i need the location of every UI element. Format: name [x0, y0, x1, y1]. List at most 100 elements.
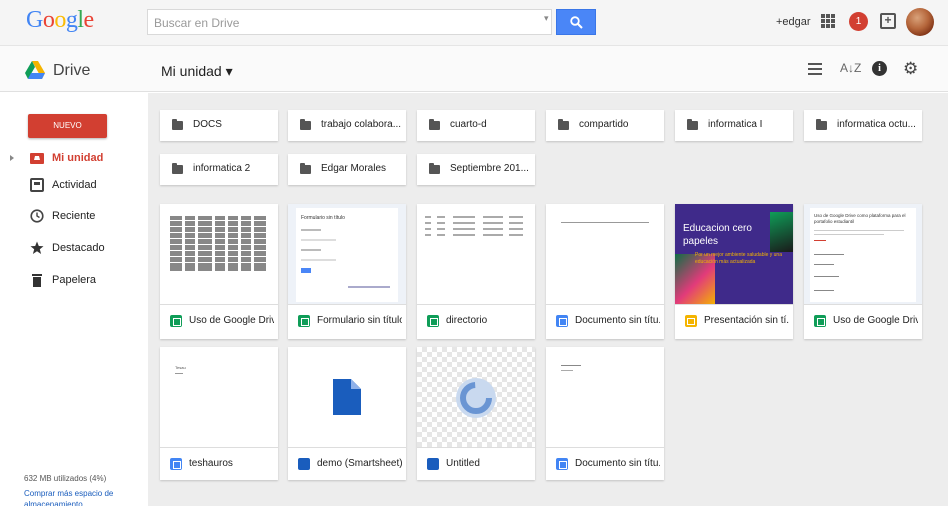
- file-thumbnail: [288, 347, 406, 448]
- file-card[interactable]: Untitled: [417, 347, 535, 480]
- spreadsheet-icon: [427, 315, 439, 327]
- sort-icon[interactable]: A↓Z: [840, 61, 861, 75]
- folder-name: trabajo colabora...: [321, 119, 401, 130]
- file-thumbnail: [417, 347, 535, 448]
- user-name-link[interactable]: +edgar: [776, 16, 811, 28]
- file-thumbnail: Educacion cero papeles Por un mejor ambi…: [675, 204, 793, 305]
- file-name: demo (Smartsheet): [317, 458, 402, 469]
- folder-item[interactable]: informatica 2: [160, 154, 278, 185]
- current-location-dropdown[interactable]: Mi unidad ▾: [161, 63, 233, 80]
- file-card[interactable]: Documento sin títu...: [546, 204, 664, 339]
- file-card[interactable]: Uso de Google Driv...: [160, 204, 278, 339]
- folder-item[interactable]: DOCS: [160, 110, 278, 141]
- sidebar-item-label: Papelera: [52, 274, 97, 286]
- sidebar: NUEVO Mi unidad Actividad Reciente Desta…: [0, 93, 147, 506]
- apps-grid-icon[interactable]: [821, 14, 835, 28]
- file-thumbnail: [546, 347, 664, 448]
- file-card[interactable]: demo (Smartsheet): [288, 347, 406, 480]
- folder-item[interactable]: compartido: [546, 110, 664, 141]
- folder-item[interactable]: informatica octu...: [804, 110, 922, 141]
- file-thumbnail: Tesau: [160, 347, 278, 448]
- file-area: DOCS trabajo colabora... cuarto-d compar…: [148, 93, 948, 506]
- folder-name: Septiembre 201...: [450, 163, 529, 174]
- drive-toolbar: Drive Mi unidad ▾ A↓Z i ⚙: [0, 46, 948, 92]
- thumbnail-title: Uso de Google Drive como plataforma para…: [814, 213, 906, 224]
- file-name: Uso de Google Driv...: [189, 315, 274, 326]
- folder-item[interactable]: Septiembre 201...: [417, 154, 535, 185]
- file-card[interactable]: Educacion cero papeles Por un mejor ambi…: [675, 204, 793, 339]
- folder-icon: [816, 119, 827, 130]
- file-name: Documento sin títu...: [575, 458, 660, 469]
- thumbnail-title: Tesau: [175, 365, 186, 370]
- search-options-icon[interactable]: ▾: [544, 13, 549, 24]
- notifications-badge[interactable]: 1: [849, 12, 868, 31]
- list-view-icon[interactable]: [808, 63, 822, 75]
- star-icon: [30, 241, 44, 254]
- search-button[interactable]: [556, 9, 596, 35]
- folder-item[interactable]: informatica I: [675, 110, 793, 141]
- thumbnail-title: Formulario sin título: [301, 215, 345, 221]
- buy-storage-link[interactable]: Comprar más espacio de almacenamiento: [24, 488, 134, 506]
- thumbnail-title: Educacion cero papeles: [683, 223, 752, 247]
- avatar[interactable]: [906, 8, 934, 36]
- drive-title[interactable]: Drive: [53, 62, 90, 80]
- file-name: directorio: [446, 315, 488, 326]
- expand-arrow-icon[interactable]: [10, 155, 14, 161]
- sidebar-item-recent[interactable]: Reciente: [0, 206, 147, 228]
- folder-name: informatica I: [708, 119, 763, 130]
- form-icon: [814, 315, 826, 327]
- settings-gear-icon[interactable]: ⚙: [903, 59, 918, 79]
- info-icon[interactable]: i: [872, 61, 887, 76]
- folder-item[interactable]: Edgar Morales: [288, 154, 406, 185]
- shared-folder-icon: [429, 119, 440, 130]
- spreadsheet-icon: [170, 315, 182, 327]
- sidebar-item-label: Destacado: [52, 242, 105, 254]
- file-card[interactable]: Uso de Google Drive como plataforma para…: [804, 204, 922, 339]
- folder-name: informatica 2: [193, 163, 251, 174]
- logo-image-icon: [456, 378, 496, 418]
- clock-icon: [30, 209, 44, 223]
- file-icon: [298, 458, 310, 470]
- sidebar-item-trash[interactable]: Papelera: [0, 270, 147, 292]
- drive-logo-icon[interactable]: [25, 61, 45, 79]
- shared-folder-icon: [300, 119, 311, 130]
- file-card[interactable]: directorio: [417, 204, 535, 339]
- google-logo[interactable]: Google: [26, 7, 94, 34]
- activity-icon: [30, 178, 44, 192]
- folder-name: compartido: [579, 119, 629, 130]
- document-icon: [556, 458, 568, 470]
- sidebar-item-starred[interactable]: Destacado: [0, 238, 147, 260]
- shared-folder-icon: [558, 119, 569, 130]
- file-name: Formulario sin título: [317, 315, 402, 326]
- trash-icon: [32, 274, 42, 287]
- file-name: Presentación sin tí...: [704, 315, 789, 326]
- file-thumbnail: [160, 204, 278, 305]
- search-icon: [570, 16, 583, 29]
- search-input[interactable]: Buscar en Drive: [147, 9, 552, 35]
- share-plus-icon[interactable]: +: [880, 13, 896, 29]
- file-name: Untitled: [446, 458, 480, 469]
- top-bar: Google Buscar en Drive ▾ +edgar 1 +: [0, 0, 948, 46]
- shared-folder-icon: [172, 119, 183, 130]
- sidebar-item-activity[interactable]: Actividad: [0, 175, 147, 197]
- sidebar-item-my-drive[interactable]: Mi unidad: [0, 148, 147, 170]
- folder-icon: [300, 163, 311, 174]
- file-card[interactable]: Formulario sin título Formulario sin tít…: [288, 204, 406, 339]
- sidebar-item-label: Mi unidad: [52, 152, 104, 164]
- file-thumbnail: [546, 204, 664, 305]
- file-card[interactable]: Tesau teshauros: [160, 347, 278, 480]
- sidebar-item-label: Actividad: [52, 179, 97, 191]
- folder-icon: [172, 163, 183, 174]
- sidebar-item-label: Reciente: [52, 210, 96, 222]
- folder-icon: [429, 163, 440, 174]
- folder-name: cuarto-d: [450, 119, 487, 130]
- file-card[interactable]: Documento sin títu...: [546, 347, 664, 480]
- file-thumbnail: Uso de Google Drive como plataforma para…: [804, 204, 922, 305]
- file-name: teshauros: [189, 458, 233, 469]
- new-button[interactable]: NUEVO: [28, 114, 107, 138]
- generic-file-icon: [333, 379, 361, 415]
- storage-usage: 632 MB utilizados (4%): [24, 474, 107, 483]
- folder-item[interactable]: trabajo colabora...: [288, 110, 406, 141]
- file-name: Uso de Google Driv...: [833, 315, 918, 326]
- folder-item[interactable]: cuarto-d: [417, 110, 535, 141]
